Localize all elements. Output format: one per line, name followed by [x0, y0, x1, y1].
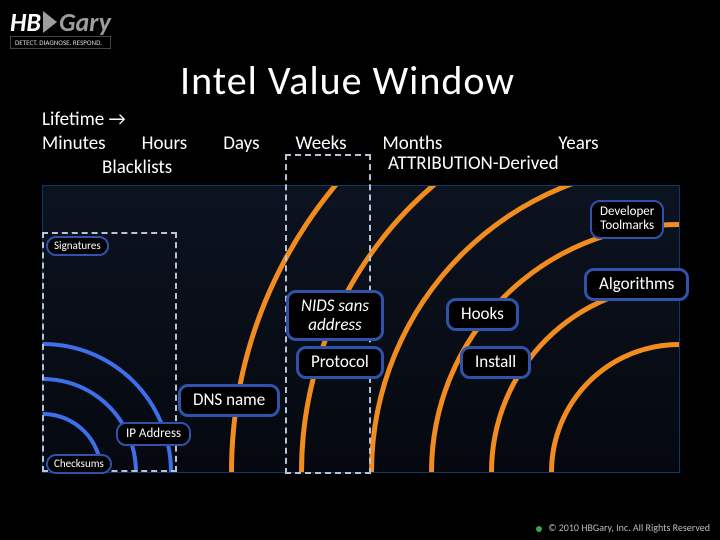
logo-tagline: DETECT. DIAGNOSE. RESPOND. [10, 36, 111, 49]
label-checksums: Checksums [46, 454, 112, 474]
tick-days: Days [223, 132, 259, 156]
label-ip: IP Address [116, 422, 191, 446]
label-nids: NIDS sans address [286, 290, 384, 341]
label-install: Install [460, 346, 531, 379]
tick-minutes: Minutes [42, 132, 106, 156]
label-hooks: Hooks [446, 298, 519, 331]
logo-hb: HB [10, 6, 41, 38]
label-dns: DNS name [178, 384, 280, 417]
tick-hours: Hours [142, 132, 188, 156]
group-blacklists: Blacklists [102, 156, 172, 179]
tick-weeks: Weeks [296, 132, 347, 156]
group-attribution: ATTRIBUTION-Derived [388, 152, 559, 175]
lifetime-label: Lifetime → [42, 108, 599, 132]
label-signatures: Signatures [46, 236, 109, 256]
logo-gary: Gary [59, 6, 111, 38]
label-protocol: Protocol [296, 346, 384, 379]
tick-years: Years [558, 132, 598, 156]
copyright: © 2010 HBGary, Inc. All Rights Reserved [536, 521, 710, 534]
label-dev-toolmarks: Developer Toolmarks [590, 200, 664, 239]
copyright-text: © 2010 HBGary, Inc. All Rights Reserved [548, 521, 710, 534]
logo: HB Gary DETECT. DIAGNOSE. RESPOND. [10, 6, 111, 49]
logo-triangle-icon [43, 11, 57, 33]
slide-title: Intel Value Window [180, 56, 515, 105]
status-dot-icon [536, 526, 542, 532]
label-algorithms: Algorithms [584, 268, 689, 301]
